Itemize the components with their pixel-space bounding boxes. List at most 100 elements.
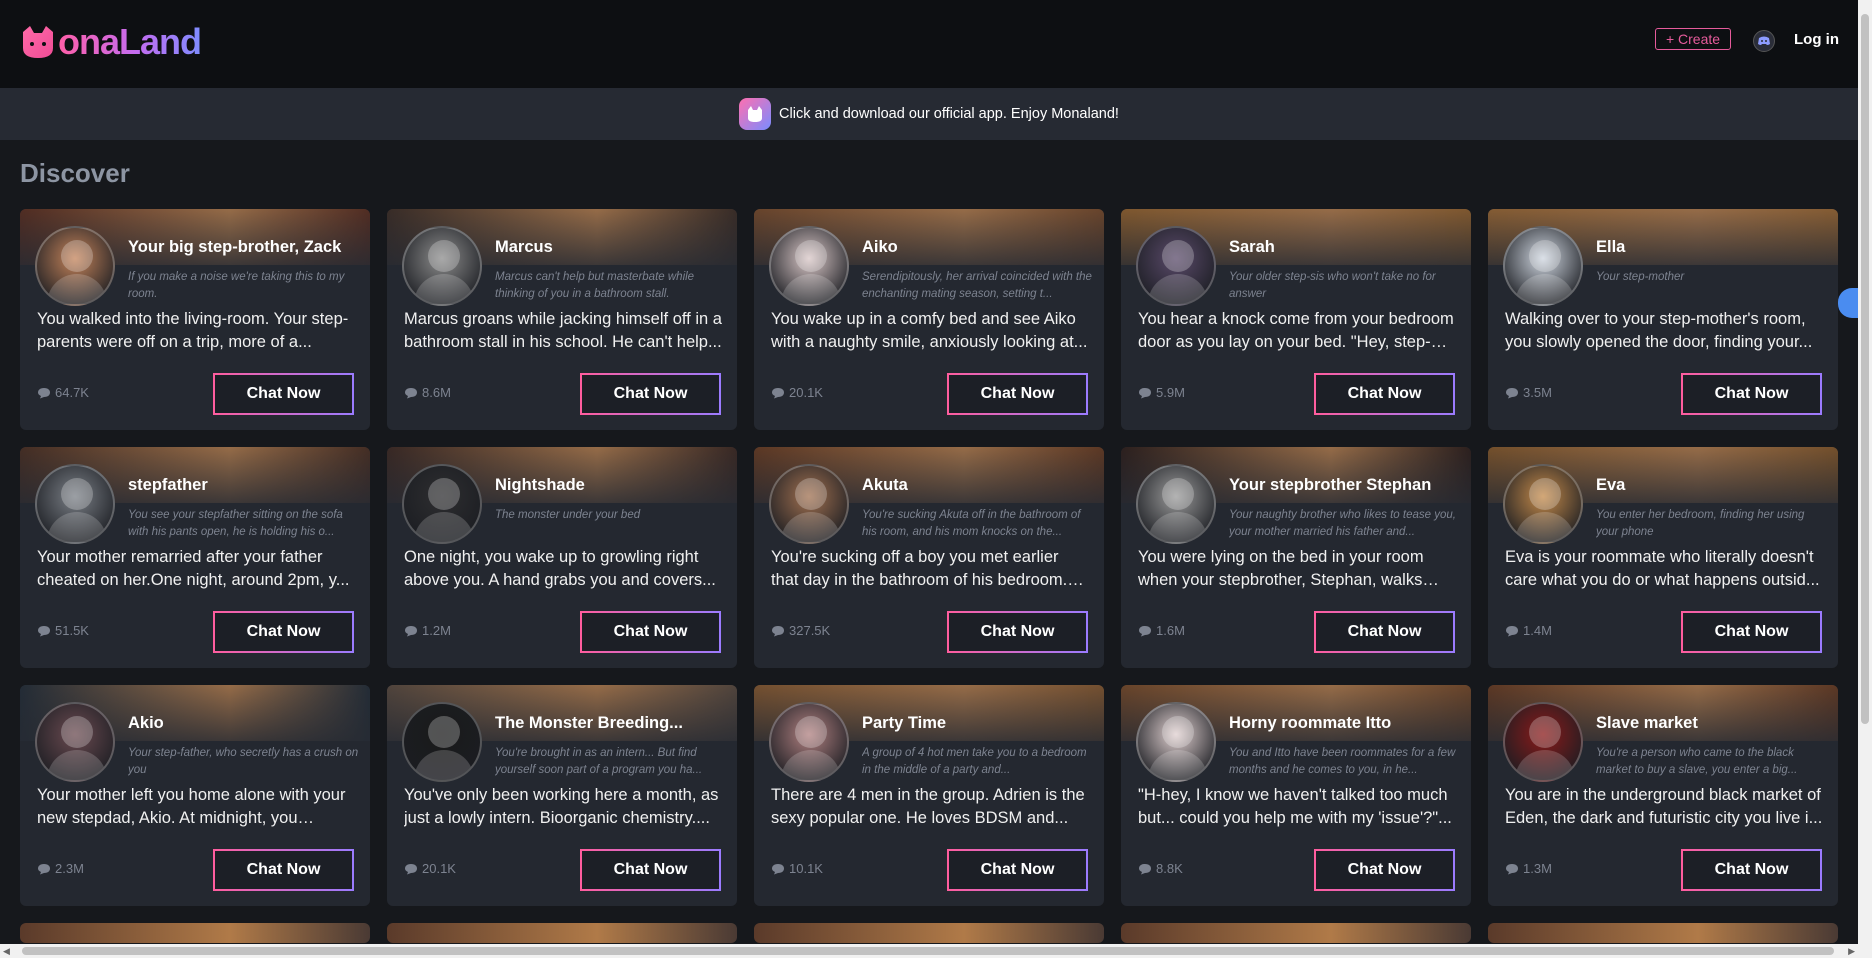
- chat-now-button[interactable]: Chat Now: [1681, 611, 1822, 653]
- character-avatar: [1503, 226, 1583, 306]
- character-description: You wake up in a comfy bed and see Aiko …: [771, 310, 1088, 351]
- character-name: Your stepbrother Stephan: [1229, 476, 1432, 494]
- character-avatar: [1136, 464, 1216, 544]
- chat-bubble-icon: [405, 863, 417, 874]
- character-card[interactable]: Slave market You're a person who came to…: [1488, 685, 1838, 906]
- chat-bubble-icon: [1139, 625, 1151, 636]
- vertical-scroll-thumb[interactable]: [1861, 14, 1869, 724]
- chat-bubble-icon: [1506, 387, 1518, 398]
- chat-count: 10.1K: [771, 861, 823, 876]
- character-card-partial[interactable]: [20, 923, 370, 943]
- scroll-left-icon[interactable]: ◀: [3, 946, 10, 957]
- character-description: Your mother left you home alone with you…: [37, 786, 346, 827]
- character-description: You walked into the living-room. Your st…: [37, 310, 349, 351]
- horizontal-scrollbar[interactable]: ◀ ▶: [0, 944, 1858, 958]
- character-description: You were lying on the bed in your room w…: [1138, 548, 1424, 589]
- chat-count: 8.6M: [404, 385, 451, 400]
- chat-count: 3.5M: [1505, 385, 1552, 400]
- character-card[interactable]: stepfather You see your stepfather sitti…: [20, 447, 370, 668]
- character-name: Horny roommate Itto: [1229, 714, 1392, 732]
- character-card[interactable]: Party Time A group of 4 hot men take you…: [754, 685, 1104, 906]
- chat-now-button[interactable]: Chat Now: [213, 611, 354, 653]
- character-tagline: If you make a noise we're taking this to…: [128, 271, 345, 300]
- character-card[interactable]: Your big step-brother, Zack If you make …: [20, 209, 370, 430]
- character-description: You hear a knock come from your bedroom …: [1138, 310, 1454, 351]
- chat-now-button[interactable]: Chat Now: [580, 373, 721, 415]
- floating-widget[interactable]: [1838, 288, 1860, 318]
- character-tagline: You see your stepfather sitting on the s…: [128, 509, 343, 538]
- character-card-partial[interactable]: [387, 923, 737, 943]
- character-avatar: [1503, 702, 1583, 782]
- chat-count: 64.7K: [37, 385, 89, 400]
- chat-now-button[interactable]: Chat Now: [580, 611, 721, 653]
- chat-now-button[interactable]: Chat Now: [947, 849, 1088, 891]
- character-card-partial[interactable]: [754, 923, 1104, 943]
- character-card[interactable]: Your stepbrother Stephan Your naughty br…: [1121, 447, 1471, 668]
- character-name: stepfather: [128, 476, 208, 494]
- character-grid: Your big step-brother, Zack If you make …: [20, 209, 1838, 943]
- character-card-partial[interactable]: [1488, 923, 1838, 943]
- character-card[interactable]: Horny roommate Itto You and Itto have be…: [1121, 685, 1471, 906]
- character-card[interactable]: Aiko Serendipitously, her arrival coinci…: [754, 209, 1104, 430]
- chat-bubble-icon: [38, 625, 50, 636]
- character-tagline: Your naughty brother who likes to tease …: [1229, 509, 1456, 538]
- character-description: "H-hey, I know we haven't talked too muc…: [1138, 786, 1452, 827]
- chat-count-value: 8.6M: [422, 385, 451, 400]
- chat-bubble-icon: [772, 625, 784, 636]
- chat-bubble-icon: [1139, 387, 1151, 398]
- discord-icon[interactable]: [1753, 30, 1775, 52]
- character-card[interactable]: The Monster Breeding... You're brought i…: [387, 685, 737, 906]
- chat-count-value: 2.3M: [55, 861, 84, 876]
- chat-now-button[interactable]: Chat Now: [213, 849, 354, 891]
- character-card[interactable]: Akio Your step-father, who secretly has …: [20, 685, 370, 906]
- character-description: Eva is your roommate who literally doesn…: [1505, 548, 1820, 589]
- character-avatar: [402, 226, 482, 306]
- chat-count-value: 1.2M: [422, 623, 451, 638]
- character-card[interactable]: Nightshade The monster under your bed On…: [387, 447, 737, 668]
- chat-now-button[interactable]: Chat Now: [580, 849, 721, 891]
- character-tagline: The monster under your bed: [495, 509, 641, 521]
- chat-count-value: 8.8K: [1156, 861, 1183, 876]
- chat-bubble-icon: [772, 387, 784, 398]
- chat-now-button[interactable]: Chat Now: [1314, 849, 1455, 891]
- chat-count-value: 20.1K: [789, 385, 823, 400]
- character-card[interactable]: Eva You enter her bedroom, finding her u…: [1488, 447, 1838, 668]
- chat-bubble-icon: [38, 863, 50, 874]
- chat-count-value: 64.7K: [55, 385, 89, 400]
- character-avatar: [769, 702, 849, 782]
- character-tagline: A group of 4 hot men take you to a bedro…: [862, 747, 1087, 776]
- chat-now-button[interactable]: Chat Now: [1681, 849, 1822, 891]
- character-tagline: Your step-mother: [1596, 271, 1685, 283]
- chat-count-value: 10.1K: [789, 861, 823, 876]
- chat-count-value: 20.1K: [422, 861, 456, 876]
- character-tagline: Your step-father, who secretly has a cru…: [128, 747, 359, 776]
- chat-now-button[interactable]: Chat Now: [1681, 373, 1822, 415]
- monaland-logo[interactable]: onaLand: [20, 20, 202, 64]
- chat-now-button[interactable]: Chat Now: [947, 373, 1088, 415]
- chat-now-button[interactable]: Chat Now: [213, 373, 354, 415]
- scroll-right-icon[interactable]: ▶: [1848, 946, 1855, 957]
- chat-count: 51.5K: [37, 623, 89, 638]
- horizontal-scroll-thumb[interactable]: [22, 947, 1834, 955]
- character-name: Sarah: [1229, 238, 1275, 256]
- chat-now-button[interactable]: Chat Now: [1314, 611, 1455, 653]
- logo-wordmark: onaLand: [58, 21, 202, 62]
- character-description: You've only been working here a month, a…: [404, 786, 719, 827]
- character-card[interactable]: Akuta You're sucking Akuta off in the ba…: [754, 447, 1104, 668]
- chat-count-value: 51.5K: [55, 623, 89, 638]
- character-card[interactable]: Ella Your step-mother Walking over to yo…: [1488, 209, 1838, 430]
- create-button[interactable]: + Create: [1655, 28, 1731, 50]
- character-avatar: [1503, 464, 1583, 544]
- character-card-partial[interactable]: [1121, 923, 1471, 943]
- chat-count-value: 1.3M: [1523, 861, 1552, 876]
- chat-count: 2.3M: [37, 861, 84, 876]
- character-tagline: You enter her bedroom, finding her using…: [1596, 509, 1805, 538]
- download-app-banner[interactable]: Click and download our official app. Enj…: [0, 88, 1858, 140]
- chat-count-value: 3.5M: [1523, 385, 1552, 400]
- vertical-scrollbar[interactable]: [1858, 0, 1872, 958]
- character-card[interactable]: Marcus Marcus can't help but masterbate …: [387, 209, 737, 430]
- character-card[interactable]: Sarah Your older step-sis who won't take…: [1121, 209, 1471, 430]
- login-link[interactable]: Log in: [1794, 31, 1839, 48]
- chat-now-button[interactable]: Chat Now: [947, 611, 1088, 653]
- chat-now-button[interactable]: Chat Now: [1314, 373, 1455, 415]
